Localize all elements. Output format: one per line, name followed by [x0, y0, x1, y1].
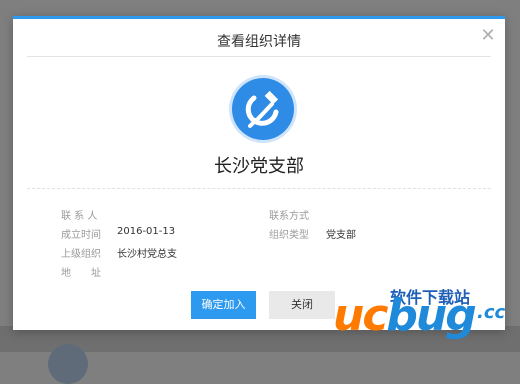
contact-person-label: 联 系 人 [61, 211, 98, 222]
close-button[interactable]: 关闭 [269, 291, 335, 319]
dialog-title: 查看组织详情 [217, 34, 301, 50]
background-avatar [48, 344, 88, 384]
founded-label: 成立时间 [61, 230, 101, 241]
watermark-logo-left: uc [333, 290, 388, 341]
address-label: 地 址 [61, 268, 101, 279]
founded-value: 2016-01-13 [117, 226, 176, 237]
confirm-join-button[interactable]: 确定加入 [191, 291, 256, 319]
org-type-value: 党支部 [326, 230, 356, 241]
parent-org-value: 长沙村党总支 [117, 249, 177, 260]
watermark-suffix: .cc [477, 302, 506, 323]
organization-detail-dialog: 查看组织详情 ✕ 长沙党支部 联 系 人 联系方式 成立时间 2016-01-1… [13, 16, 505, 330]
hammer-sickle-emblem-icon [232, 78, 294, 140]
info-divider [27, 188, 491, 189]
watermark-logo-right: bug [386, 290, 476, 341]
org-type-label: 组织类型 [269, 230, 309, 241]
parent-org-label: 上级组织 [61, 249, 101, 260]
title-divider [27, 56, 491, 57]
organization-name: 长沙党支部 [214, 156, 304, 177]
watermark-logo: ucbug [333, 290, 477, 341]
contact-method-label: 联系方式 [269, 211, 309, 222]
close-icon[interactable]: ✕ [479, 27, 497, 45]
